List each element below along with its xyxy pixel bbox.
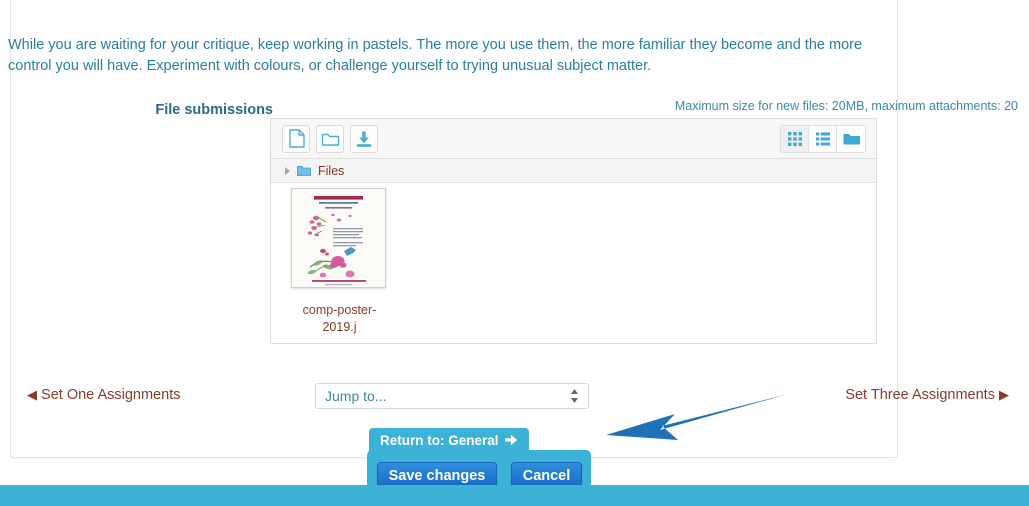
clipped-heading-sliver (0, 0, 1029, 4)
file-action-buttons (282, 124, 384, 153)
file-submissions-label: File submissions (155, 102, 273, 118)
file-thumbnail (291, 188, 386, 288)
file-name-line-1: comp-poster- (302, 303, 377, 317)
folder-icon (297, 165, 311, 176)
nav-next-link[interactable]: Set Three Assignments ▶ (845, 387, 1009, 403)
expander-triangle-icon[interactable] (285, 166, 290, 175)
file-name-line-2: 2019.j (322, 320, 357, 334)
spinner-arrows-icon (570, 388, 579, 404)
chevron-right-icon: ▶ (999, 387, 1009, 402)
file-manager-body: comp-poster- 2019.j (271, 183, 876, 343)
list-view-icon[interactable] (809, 126, 837, 152)
grid-view-icon[interactable] (781, 126, 809, 152)
breadcrumb-label: Files (318, 163, 345, 178)
max-size-note: Maximum size for new files: 20MB, maximu… (674, 99, 1018, 113)
page-footer-bar (0, 485, 1029, 506)
nav-next-label: Set Three Assignments (845, 387, 995, 403)
chevron-left-icon: ◀ (27, 387, 37, 402)
sign-in-arrow-icon (505, 434, 518, 449)
jump-to-label: Jump to... (325, 388, 387, 404)
create-folder-icon[interactable] (316, 124, 344, 153)
intro-paragraph: While you are waiting for your critique,… (8, 36, 863, 74)
file-name: comp-poster- 2019.j (291, 302, 388, 336)
download-all-icon[interactable] (350, 124, 378, 153)
file-manager: Files comp-poster- 2019.j (270, 118, 877, 344)
file-manager-toolbar (271, 119, 876, 159)
view-mode-group (780, 125, 866, 153)
return-to-label: Return to: General (380, 433, 499, 448)
add-file-icon[interactable] (282, 124, 310, 153)
file-tile[interactable]: comp-poster- 2019.j (291, 188, 388, 336)
tree-view-icon[interactable] (837, 126, 865, 152)
file-manager-breadcrumb[interactable]: Files (271, 159, 876, 183)
jump-to-select[interactable]: Jump to... (315, 383, 589, 409)
nav-previous-label: Set One Assignments (41, 387, 181, 403)
nav-previous-link[interactable]: ◀ Set One Assignments (27, 387, 180, 403)
